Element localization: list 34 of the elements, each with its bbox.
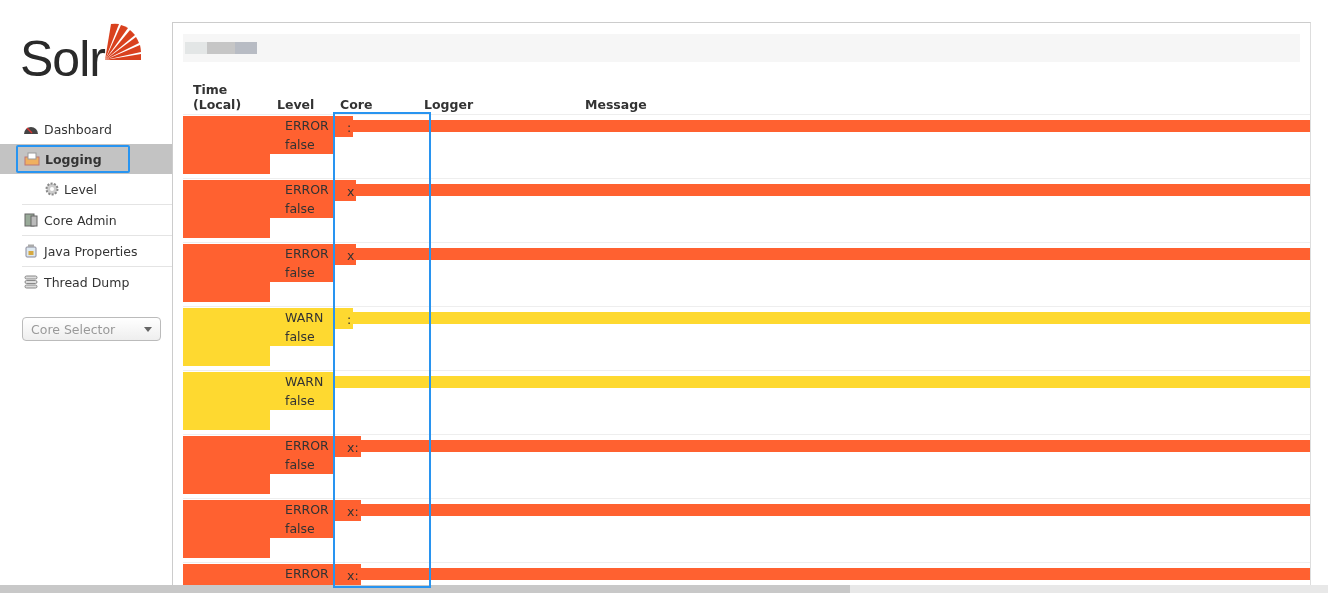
nav-item[interactable]: Thread Dump	[17, 268, 136, 296]
level-text: ERROR	[285, 117, 330, 135]
core-text: x	[335, 244, 357, 265]
flag-text: false	[285, 264, 316, 282]
core-text: :	[335, 116, 354, 137]
core-text: x:	[335, 564, 361, 585]
level-text: ERROR	[285, 181, 330, 199]
flag-text: false	[285, 328, 316, 346]
level-text: ERROR	[285, 245, 330, 263]
logo-text: Solr	[20, 32, 105, 86]
nav-item[interactable]: Logging	[16, 145, 130, 173]
core-text: x:	[335, 436, 361, 457]
column-header: Core	[340, 97, 424, 112]
nav-item[interactable]: Dashboard	[17, 115, 118, 143]
column-header: Message	[585, 97, 647, 112]
column-header: Time (Local)	[192, 82, 243, 112]
core-text: :	[335, 308, 354, 329]
flag-text: false	[285, 200, 316, 218]
level-text: ERROR	[285, 565, 330, 583]
level-text: WARN	[285, 309, 325, 327]
flag-text: false	[285, 520, 316, 538]
nav-subitem[interactable]: Level	[0, 174, 172, 204]
flag-text: false	[285, 456, 316, 474]
level-text: WARN	[285, 373, 325, 391]
core-text: x:	[335, 500, 361, 521]
flag-text: false	[285, 136, 316, 154]
column-header: Logger	[424, 97, 475, 112]
core-text: x	[335, 180, 357, 201]
level-text: ERROR	[285, 501, 330, 519]
nav-item[interactable]: Java Properties	[17, 237, 144, 265]
flag-text: false	[285, 392, 316, 410]
level-text: ERROR	[285, 437, 330, 455]
column-header: Level	[276, 97, 316, 112]
nav-item[interactable]: Core Admin	[17, 206, 123, 234]
